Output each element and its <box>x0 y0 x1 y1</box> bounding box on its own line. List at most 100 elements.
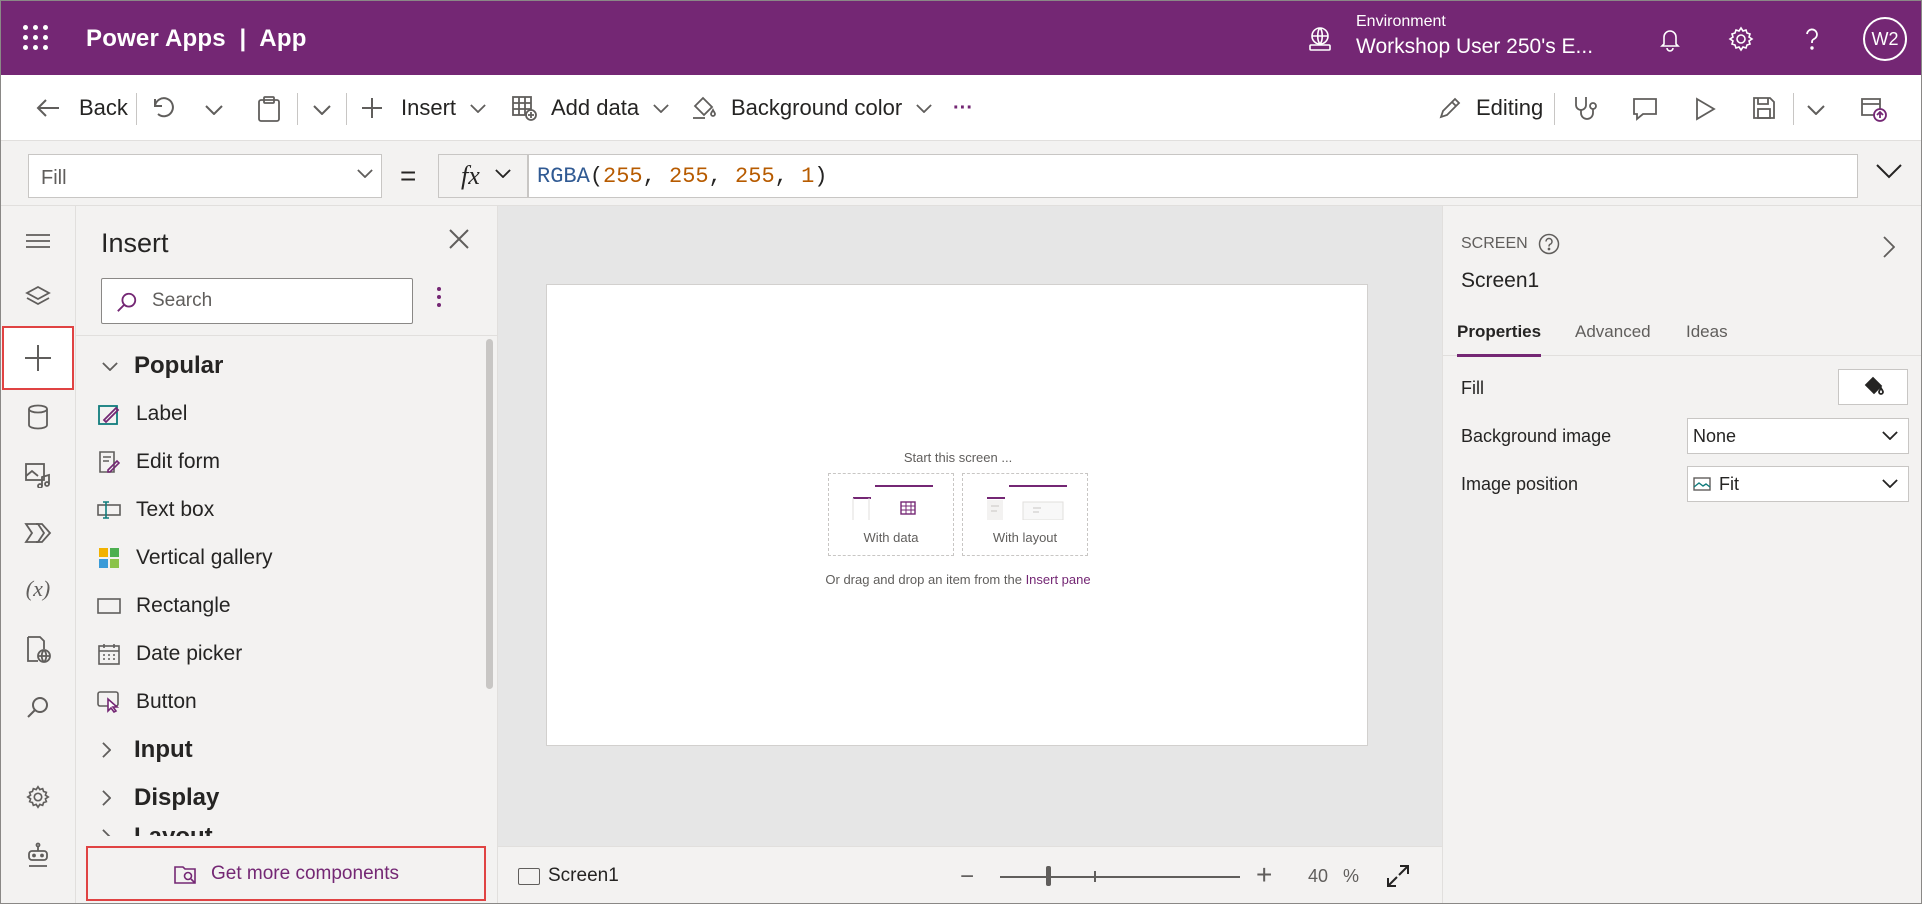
insert-pane-link[interactable]: Insert pane <box>1026 572 1091 587</box>
media-icon[interactable] <box>13 450 63 500</box>
settings-icon[interactable] <box>1727 25 1755 53</box>
get-more-components-button[interactable]: Get more components <box>86 846 486 901</box>
search-icon[interactable] <box>13 682 63 732</box>
list-item-vertical-gallery[interactable]: Vertical gallery <box>76 538 273 578</box>
chevron-right-icon[interactable] <box>1883 236 1895 258</box>
database-icon[interactable] <box>13 392 63 442</box>
insert-plus-icon[interactable] <box>2 326 74 390</box>
chevron-right-icon <box>102 829 111 836</box>
paste-icon[interactable] <box>257 95 281 123</box>
list-item-label[interactable]: Label <box>76 394 187 434</box>
hamburger-icon[interactable] <box>13 216 63 266</box>
control-name[interactable]: Screen1 <box>1461 269 1539 293</box>
list-item-button[interactable]: Button <box>76 682 197 722</box>
formula-arg: 255 <box>735 164 775 189</box>
screen-name: Screen1 <box>548 865 619 886</box>
variables-icon[interactable]: (x) <box>13 564 63 614</box>
app-frame: Power Apps | App Environment Workshop Us… <box>0 0 1922 904</box>
insert-button[interactable]: Insert <box>361 93 486 123</box>
gallery-icon <box>96 545 122 571</box>
screen-selector[interactable]: Screen1 <box>518 865 619 887</box>
more-commands-button[interactable]: ··· <box>953 93 973 123</box>
tree-view-layers-icon[interactable] <box>13 272 63 322</box>
screen-icon <box>518 867 540 885</box>
close-icon[interactable] <box>448 228 470 250</box>
tab-properties[interactable]: Properties <box>1457 322 1542 357</box>
stethoscope-icon[interactable] <box>1571 95 1599 123</box>
image-position-label: Image position <box>1461 474 1579 494</box>
notifications-icon[interactable] <box>1656 25 1684 53</box>
category-popular[interactable]: Popular <box>76 346 223 386</box>
undo-icon[interactable] <box>149 95 175 121</box>
divider <box>346 93 347 125</box>
background-image-label: Background image <box>1461 426 1612 446</box>
fx-button[interactable]: fx <box>438 154 528 198</box>
save-icon[interactable] <box>1751 95 1777 121</box>
insert-pane: Insert Popular Label Edit form Text b <box>76 206 498 903</box>
user-avatar[interactable]: W2 <box>1863 17 1907 61</box>
chevron-down-icon <box>1882 479 1898 488</box>
environment-name[interactable]: Workshop User 250's E... <box>1356 35 1593 59</box>
category-input[interactable]: Input <box>76 730 193 770</box>
category-display[interactable]: Display <box>76 778 219 818</box>
with-layout-tile[interactable]: With layout <box>962 473 1088 556</box>
copilot-bot-icon[interactable] <box>13 830 63 880</box>
app-launcher-icon[interactable] <box>23 25 49 51</box>
fx-label: fx <box>461 161 480 190</box>
list-item-edit-form[interactable]: Edit form <box>76 442 220 482</box>
chevron-down-icon[interactable] <box>205 105 223 115</box>
screen-canvas[interactable]: Start this screen ... With data With lay… <box>546 284 1368 746</box>
publish-icon[interactable] <box>1859 95 1887 123</box>
comment-icon[interactable] <box>1631 96 1659 122</box>
fit-to-window-icon[interactable] <box>1385 863 1411 889</box>
environment-label: Environment <box>1356 13 1446 30</box>
editing-button[interactable]: Editing <box>1438 93 1543 123</box>
with-layout-illustration <box>987 485 1067 520</box>
list-item-text-box[interactable]: Text box <box>76 490 214 530</box>
command-bar: Back Insert Add data Background color ··… <box>1 75 1921 141</box>
play-icon[interactable] <box>1693 96 1717 122</box>
formula-input[interactable]: RGBA(255, 255, 255, 1) <box>528 154 1858 198</box>
chevron-down-icon[interactable] <box>313 105 331 115</box>
label-icon <box>96 401 122 427</box>
tab-advanced[interactable]: Advanced <box>1575 322 1651 354</box>
with-data-tile[interactable]: With data <box>828 473 954 556</box>
background-image-value: None <box>1693 425 1737 446</box>
background-image-dropdown[interactable]: None <box>1687 418 1909 454</box>
category-layout[interactable]: Layout <box>76 817 213 836</box>
back-button[interactable]: Back <box>35 93 128 123</box>
text-box-icon <box>96 497 122 523</box>
with-data-illustration <box>852 485 933 520</box>
zoom-slider[interactable] <box>1000 876 1240 878</box>
more-options-icon[interactable] <box>436 286 442 308</box>
list-item-date-picker[interactable]: Date picker <box>76 634 242 674</box>
zoom-in-button[interactable]: + <box>1256 859 1272 891</box>
add-data-button[interactable]: Add data <box>511 93 669 123</box>
search-field <box>101 278 413 324</box>
list-item-text: Rectangle <box>136 594 231 617</box>
help-icon[interactable] <box>1538 233 1560 255</box>
app-checker-icon[interactable] <box>13 624 63 674</box>
search-input[interactable] <box>152 287 402 315</box>
fill-color-picker[interactable] <box>1838 369 1908 405</box>
chevron-right-icon <box>102 790 111 806</box>
edit-form-icon <box>96 449 122 475</box>
help-icon[interactable] <box>1798 25 1826 53</box>
zoom-out-button[interactable]: − <box>960 863 974 891</box>
rectangle-icon <box>96 593 122 619</box>
image-position-dropdown[interactable]: Fit <box>1687 466 1909 502</box>
zoom-slider-thumb[interactable] <box>1046 866 1051 886</box>
insert-pane-scrollbar[interactable] <box>486 339 493 689</box>
app-title: Power Apps | App <box>86 25 307 52</box>
property-dropdown[interactable]: Fill <box>28 154 382 198</box>
tab-ideas[interactable]: Ideas <box>1686 322 1728 354</box>
background-color-button[interactable]: Background color <box>691 93 932 123</box>
left-rail: (x) <box>1 206 76 903</box>
list-item-rectangle[interactable]: Rectangle <box>76 586 231 626</box>
button-icon <box>96 689 122 715</box>
expand-formula-icon[interactable] <box>1875 163 1903 179</box>
zoom-value[interactable]: 40 % <box>1308 866 1359 887</box>
power-automate-icon[interactable] <box>13 508 63 558</box>
chevron-down-icon[interactable] <box>1807 105 1825 115</box>
settings-icon[interactable] <box>13 772 63 822</box>
